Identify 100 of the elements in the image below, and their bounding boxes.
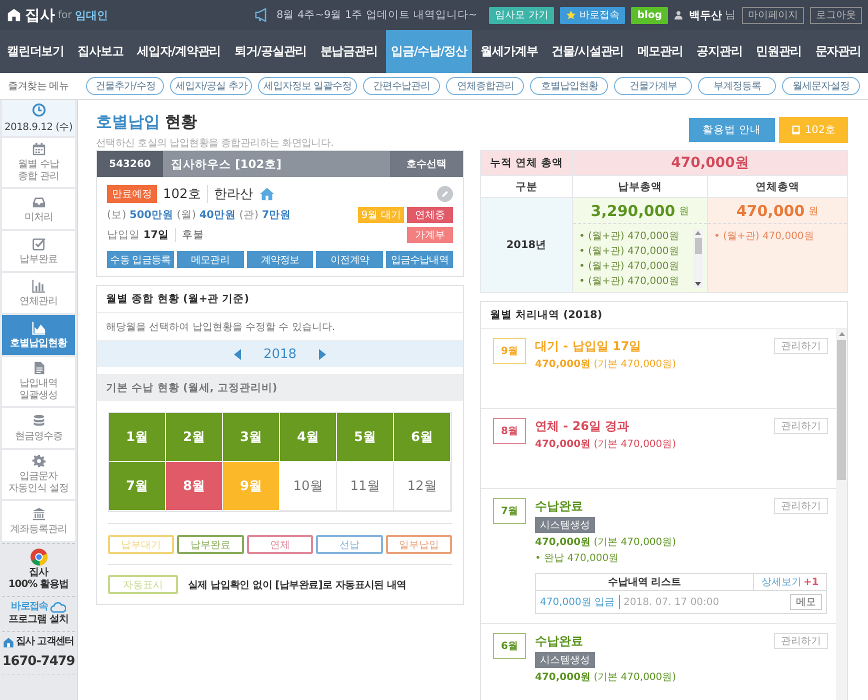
month-cell[interactable]: 3월 [223,413,280,462]
left-arrow-icon[interactable] [234,348,242,360]
currency-unit: 원 [808,204,819,218]
promo-title[interactable]: 바로접속 [11,601,48,613]
sidebar-item[interactable]: 현금영수증 [2,408,75,448]
gear-icon [32,454,46,468]
month-badge: 6월 [493,633,526,659]
page-title-highlight: 호별납입 [96,112,160,133]
page-title: 현황 [165,112,197,133]
sidebar-item[interactable]: 월별 수납 종합 관리 [2,138,75,187]
overdue-item: • (월+관) 470,000원 [714,230,815,243]
sidebar-item[interactable]: 연체관리 [2,273,75,313]
nav-tab[interactable]: 문자관리 [810,30,866,73]
payment-type: 후불 [182,228,204,242]
due-date: 납입일 17일 [107,228,176,242]
sidebar-item[interactable]: 입금문자 자동인식 설정 [2,450,75,499]
action-button[interactable]: 이전계약 [316,251,384,268]
month-cell[interactable]: 6월 [394,413,451,462]
sidebar-item[interactable]: 납입내역 일괄생성 [2,357,75,406]
nav-tab[interactable]: 월세가계부 [476,30,543,73]
calendar-icon [32,142,46,156]
month-cell[interactable]: 8월 [166,462,223,511]
manage-button[interactable]: 관리하기 [774,338,828,354]
sidebar-item[interactable]: 납부완료 [2,231,75,271]
panel-title: 월별 처리내역 (2018) [481,302,847,329]
sidebar-item[interactable]: 미처리 [2,189,75,229]
quick-menu-button[interactable]: 건물가계부 [614,77,692,95]
up-arrow-icon [695,231,701,235]
action-button[interactable]: 메모관리 [176,251,244,268]
nav-tab[interactable]: 공지관리 [692,30,748,73]
logo-icon [6,8,22,22]
month-cell[interactable]: 7월 [109,462,166,511]
payment-note: • 완납 470,000원 [535,552,620,565]
nav-tab[interactable]: 캘린더보기 [2,30,70,73]
month-cell[interactable]: 2월 [166,413,223,462]
action-button[interactable]: 계약정보 [246,251,314,268]
history-title: 연체 - 26일 경과 [535,418,630,435]
nav-tab[interactable]: 세입자/계약관리 [132,30,226,73]
unit-select-button[interactable]: 호수선택 [390,151,463,177]
quick-menu-button[interactable]: 세입자/공실 추가 [170,77,252,95]
panel-title: 월별 종합 현황 (월+관 기준) [97,286,463,313]
month-cell[interactable]: 10월 [280,462,337,511]
unit-code: 543260 [97,151,163,177]
quick-menu-button[interactable]: 월세문자설정 [782,77,860,95]
nav-tab[interactable]: 입금/수납/정산 [386,30,472,73]
month-badge: 7월 [493,498,526,524]
right-arrow-icon[interactable] [318,348,326,360]
phone-number: 1670-7479 [2,649,75,675]
scrollbar[interactable] [693,229,703,288]
manage-button[interactable]: 관리하기 [774,633,828,649]
paid-item: • (월+관) 470,000원 [579,275,680,288]
quick-menu-button[interactable]: 호별납입현황 [530,77,608,95]
update-notice[interactable]: 8월 4주~9월 1주 업데이트 내역입니다~ [276,8,478,22]
quick-menu-button[interactable]: 부계정등록 [698,77,776,95]
memo-button[interactable]: 메모 [790,594,822,610]
sidebar-item[interactable]: 계좌등록관리 [2,501,75,541]
guide-button[interactable]: 활용법 안내 [688,118,775,142]
status-tag[interactable]: 연체중 [407,207,453,223]
scrollbar[interactable] [836,329,847,700]
edit-icon[interactable] [437,186,453,202]
header-link[interactable]: 로그아웃 [810,6,862,24]
legend-item: 납부대기 [108,535,174,554]
quick-menu-button[interactable]: 세입자정보 일괄수정 [258,77,357,95]
action-button[interactable]: 수동 입금등록 [107,251,174,268]
quick-access-button[interactable]: 바로접속 [560,6,626,24]
nav-tab[interactable]: 건물/시설관리 [546,30,629,73]
quick-menu-button[interactable]: 간편수납관리 [362,77,440,95]
nav-tab[interactable]: 집사보고 [72,30,128,73]
promo-text[interactable]: 프로그램 설치 [8,614,68,626]
header-link[interactable]: 마이페이지 [742,6,804,24]
ledger-tag[interactable]: 가계부 [407,227,453,243]
manage-button[interactable]: 관리하기 [774,418,828,434]
paid-item: • (월+관) 470,000원 [579,245,680,258]
nav-tab[interactable]: 퇴거/공실관리 [229,30,312,73]
month-cell[interactable]: 5월 [337,413,394,462]
user-name: 백두산 [689,8,722,22]
month-cell[interactable]: 1월 [109,413,166,462]
sidebar-item[interactable]: 호별납입현황 [2,315,75,355]
nav-tab[interactable]: 메모관리 [632,30,688,73]
month-cell[interactable]: 12월 [394,462,451,511]
nav-tab[interactable]: 민원관리 [751,30,807,73]
area-chart-icon [32,320,46,334]
nav-tab[interactable]: 분납금관리 [315,30,382,73]
current-date: 2018.9.12 (수) [4,120,72,134]
blog-button[interactable]: blog [631,6,668,24]
quick-menu-button[interactable]: 건물추가/수정 [86,77,164,95]
legend-description: 실제 납입확인 없이 [납부완료]로 자동표시된 내역 [188,578,406,592]
legend-item: 선납 [316,535,383,554]
month-cell[interactable]: 4월 [280,413,337,462]
manage-button[interactable]: 관리하기 [774,498,828,514]
table-cell: 누적 연체 총액 [480,150,572,176]
month-cell[interactable]: 11월 [337,462,394,511]
document-icon [32,361,46,375]
paid-item: • (월+관) 470,000원 [579,230,680,243]
promo-text[interactable]: 집사 100% 활용법 [8,567,69,591]
community-button[interactable]: 임사모 가기 [489,6,554,24]
details-link[interactable]: 상세보기 +1 [754,574,826,590]
legend-item: 납부완료 [177,535,244,554]
quick-menu-button[interactable]: 연체종합관리 [446,77,524,95]
action-button[interactable]: 입금수납내역 [386,251,453,268]
